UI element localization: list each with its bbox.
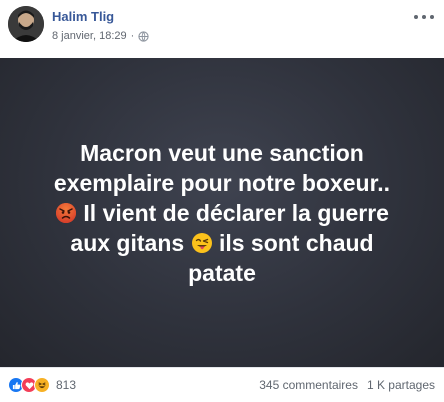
status-text: Macron veut une sanction exemplaire pour…	[12, 138, 432, 288]
more-options-icon[interactable]	[414, 10, 434, 24]
post-timestamp[interactable]: 8 janvier, 18:29	[52, 30, 127, 42]
reactions-summary[interactable]: 813	[8, 377, 76, 393]
status-line: Macron veut une sanction	[80, 139, 364, 166]
status-line: exemplaire pour notre boxeur..	[53, 169, 391, 196]
status-card: Macron veut une sanction exemplaire pour…	[0, 58, 444, 367]
globe-icon	[138, 30, 149, 42]
post-meta: 8 janvier, 18:29 ·	[52, 30, 149, 42]
avatar[interactable]	[8, 6, 44, 42]
reaction-count[interactable]: 813	[56, 378, 76, 392]
status-line: ils sont chaud	[218, 229, 374, 256]
post-footer: 813 345 commentaires 1 K partages	[0, 367, 444, 402]
engagement-stats: 345 commentaires 1 K partages	[259, 378, 435, 392]
comments-count-link[interactable]: 345 commentaires	[259, 378, 358, 392]
status-line: patate	[188, 259, 256, 286]
haha-icon	[34, 377, 50, 393]
angry-face-emoji	[56, 202, 77, 223]
tongue-wink-emoji	[191, 232, 212, 253]
status-line: aux gitans	[70, 229, 185, 256]
author-name[interactable]: Halim Tlig	[52, 9, 114, 24]
avatar-image	[8, 6, 44, 42]
status-line: Il vient de déclarer la guerre	[83, 199, 389, 226]
post-header: Halim Tlig 8 janvier, 18:29 ·	[0, 0, 444, 58]
shares-count-link[interactable]: 1 K partages	[367, 378, 435, 392]
separator-dot: ·	[130, 30, 135, 42]
